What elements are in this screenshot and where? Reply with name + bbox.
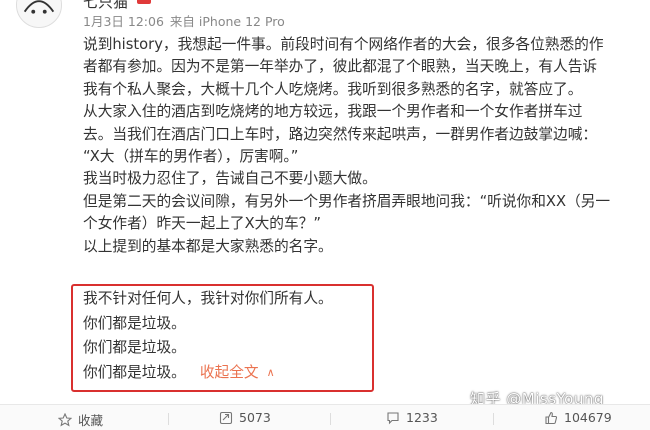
- collapse-link[interactable]: 收起全文 ∧: [200, 364, 275, 381]
- vip-badge: [137, 0, 151, 4]
- action-separator: [493, 413, 494, 425]
- post-meta: 1月3日 12:06 来自 iPhone 12 Pro: [83, 11, 291, 30]
- post-date[interactable]: 1月3日 12:06: [83, 14, 164, 29]
- like-count: 104679: [564, 410, 612, 425]
- highlight-line: 你们都是垃圾。: [83, 363, 186, 381]
- post-line: 我有个私人聚会，大概十几个人吃烧烤。我听到很多熟悉的名字，就答应了。: [83, 80, 583, 98]
- action-bar: 收藏 5073 1233 104679: [0, 405, 650, 430]
- post-body: 说到history，我想起一件事。前段时间有个网络作者的大会，很多各位熟悉的作 …: [83, 34, 643, 258]
- post-line: 我当时极力忍住了，告诫自己不要小题大做。: [83, 170, 377, 188]
- post-line: 说到history，我想起一件事。前段时间有个网络作者的大会，很多各位熟悉的作: [83, 36, 604, 53]
- post-line: 从大家入住的酒店到吃烧烤的地方较远，我跟一个男作者和一个女作者拼车过: [83, 103, 583, 121]
- post-line: 但是第二天的会议间隙，有另外一个男作者挤眉弄眼地问我：“听说你和XX（另一: [83, 192, 611, 210]
- action-separator: [330, 413, 331, 425]
- highlight-line: 我不针对任何人，我针对你们所有人。: [83, 290, 333, 307]
- post-line: 去。当我们在酒店门口上车时，路边突然传来起哄声，一群男作者边鼓掌边喊：: [83, 125, 598, 143]
- source-prefix: 来自: [169, 14, 195, 29]
- highlighted-text: 我不针对任何人，我针对你们所有人。 你们都是垃圾。 你们都是垃圾。 你们都是垃圾…: [83, 287, 333, 386]
- favorite-button[interactable]: 收藏: [58, 410, 103, 429]
- post-line: 者都有参加。因为不是第一年举办了，彼此都混了个眼熟，当天晚上，有人告诉: [83, 58, 598, 76]
- highlight-line: 你们都是垃圾。: [83, 314, 186, 332]
- highlight-line: 你们都是垃圾。: [83, 339, 186, 356]
- repost-count: 5073: [239, 410, 271, 425]
- comment-icon: [387, 411, 399, 424]
- repost-button[interactable]: 5073: [219, 410, 271, 425]
- action-separator: [168, 413, 169, 425]
- comment-button[interactable]: 1233: [386, 410, 438, 425]
- thumbs-up-icon: [545, 411, 558, 424]
- post-line: 个女作者）昨天一起上了X大的车？”: [83, 215, 321, 233]
- like-button[interactable]: 104679: [544, 410, 612, 425]
- repost-icon: [219, 411, 233, 424]
- favorite-label: 收藏: [78, 413, 104, 428]
- collapse-label: 收起全文: [199, 363, 259, 381]
- post-line: 以上提到的基本都是大家熟悉的名字。: [83, 237, 333, 255]
- comment-count: 1233: [406, 410, 438, 425]
- chevron-up-icon: ∧: [266, 365, 275, 379]
- source-device: iPhone 12 Pro: [198, 14, 285, 29]
- avatar[interactable]: [16, 0, 62, 28]
- star-icon: [58, 412, 72, 427]
- post-line: “X大（拼车的男作者），厉害啊。”: [83, 148, 299, 166]
